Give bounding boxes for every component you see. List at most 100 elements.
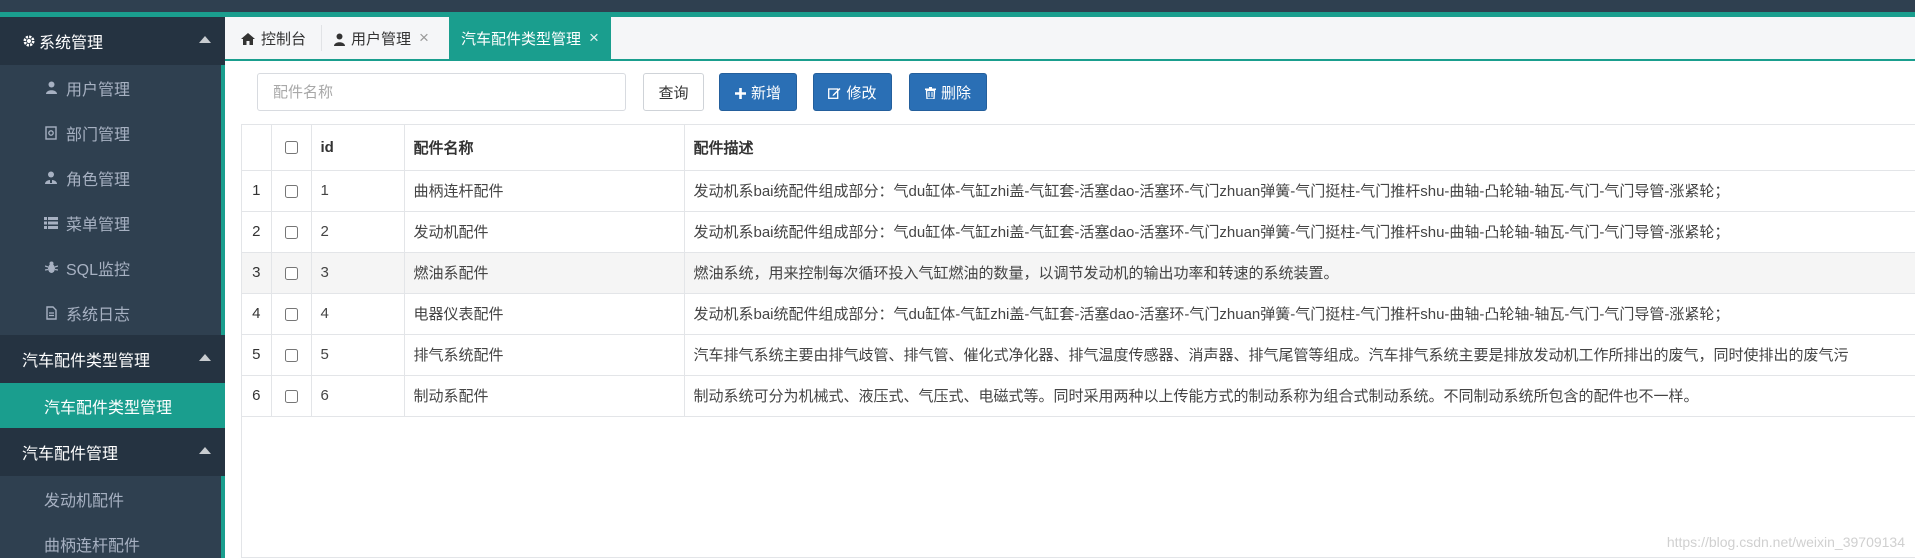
column-header-name[interactable]: 配件名称 (404, 125, 685, 171)
cell-id: 1 (311, 170, 405, 212)
sidebar-group-parts[interactable]: 汽车配件管理 (0, 428, 225, 476)
row-number: 6 (242, 375, 272, 417)
table-row[interactable]: 5 5 排气系统配件 汽车排气系统主要由排气歧管、排气管、催化式净化器、排气温度… (242, 334, 1915, 376)
sidebar: 系统管理 用户管理 部门管理 角色管理 菜单管理 SQL监控 系统日志 汽车配件… (0, 17, 225, 558)
sidebar-item-departments[interactable]: 部门管理 (0, 110, 225, 155)
row-number: 4 (242, 293, 272, 335)
bug-icon (44, 261, 58, 274)
cell-name: 发动机配件 (404, 211, 685, 253)
tab-dashboard[interactable]: 控制台 (229, 17, 318, 59)
tab-bar: 控制台 用户管理 × 汽车配件类型管理 × (225, 17, 1915, 61)
sidebar-item-roles[interactable]: 角色管理 (0, 155, 225, 200)
role-icon (44, 171, 58, 184)
menu-list-icon (44, 216, 58, 229)
cell-id: 6 (311, 375, 405, 417)
cell-description: 燃油系统，用来控制每次循环投入气缸燃油的数量，以调节发动机的输出功率和转速的系统… (684, 252, 1915, 294)
part-type-table: id 配件名称 配件描述 1 1 曲柄连杆配件 发动机系bai统配件组成部分：气… (241, 124, 1915, 558)
row-number: 5 (242, 334, 272, 376)
chevron-up-icon (199, 36, 211, 43)
part-name-search-input[interactable] (257, 73, 626, 111)
cell-description: 制动系统可分为机械式、液压式、气压式、电磁式等。同时采用两种以上传能方式的制动系… (684, 375, 1915, 417)
row-select-cell (271, 375, 312, 417)
table-row[interactable]: 4 4 电器仪表配件 发动机系bai统配件组成部分：气du缸体-气缸zhi盖-气… (242, 293, 1915, 335)
column-header-id[interactable]: id (311, 125, 405, 171)
sidebar-item-system-log[interactable]: 系统日志 (0, 290, 225, 335)
close-icon[interactable]: × (589, 28, 599, 48)
tab-label: 用户管理 (351, 30, 412, 48)
row-checkbox[interactable] (284, 389, 298, 403)
tab-label: 控制台 (261, 30, 307, 48)
cell-name: 电器仪表配件 (404, 293, 685, 335)
cell-name: 排气系统配件 (404, 334, 685, 376)
cell-name: 曲柄连杆配件 (404, 170, 685, 212)
row-checkbox[interactable] (284, 225, 298, 239)
sidebar-item-label: 角色管理 (66, 171, 131, 189)
row-checkbox[interactable] (284, 348, 298, 362)
row-checkbox[interactable] (284, 307, 298, 321)
sidebar-item-label: SQL监控 (66, 261, 131, 279)
user-icon (334, 30, 345, 46)
cell-description: 发动机系bai统配件组成部分：气du缸体-气缸zhi盖-气缸套-活塞dao-活塞… (684, 170, 1915, 212)
sidebar-group-label: 系统管理 (39, 35, 104, 52)
edit-button[interactable]: 修改 (813, 73, 892, 111)
sidebar-item-label: 曲柄连杆配件 (44, 537, 141, 555)
row-select-cell (271, 252, 312, 294)
sidebar-item-label: 部门管理 (66, 126, 131, 144)
sidebar-item-users[interactable]: 用户管理 (0, 65, 225, 110)
tab-label: 汽车配件类型管理 (461, 30, 582, 48)
home-icon (241, 30, 255, 46)
row-select-cell (271, 293, 312, 335)
row-number-header (242, 125, 272, 171)
query-button[interactable]: 查询 (643, 73, 704, 111)
file-icon (44, 305, 58, 320)
tab-users[interactable]: 用户管理 × (322, 17, 441, 59)
sidebar-item-label: 发动机配件 (44, 492, 125, 510)
cell-name: 燃油系配件 (404, 252, 685, 294)
top-header-bar (0, 0, 1915, 17)
sidebar-item-sql-monitor[interactable]: SQL监控 (0, 245, 225, 290)
sidebar-group-system[interactable]: 系统管理 (0, 17, 225, 65)
cell-id: 3 (311, 252, 405, 294)
sidebar-item-label: 用户管理 (66, 81, 131, 99)
row-number: 3 (242, 252, 272, 294)
gear-icon (22, 32, 36, 50)
close-icon[interactable]: × (419, 28, 429, 48)
table-row[interactable]: 1 1 曲柄连杆配件 发动机系bai统配件组成部分：气du缸体-气缸zhi盖-气… (242, 170, 1915, 212)
row-select-cell (271, 211, 312, 253)
table-header-row: id 配件名称 配件描述 (242, 125, 1915, 171)
cell-id: 2 (311, 211, 405, 253)
plus-icon (734, 84, 746, 100)
column-header-description[interactable]: 配件描述 (684, 125, 1915, 171)
cell-id: 4 (311, 293, 405, 335)
sidebar-item-crank-parts[interactable]: 曲柄连杆配件 (0, 521, 225, 558)
row-checkbox[interactable] (284, 184, 298, 198)
sidebar-item-menus[interactable]: 菜单管理 (0, 200, 225, 245)
trash-icon (924, 84, 936, 100)
sidebar-item-label: 菜单管理 (66, 216, 131, 234)
button-label: 查询 (658, 84, 689, 102)
button-label: 删除 (940, 84, 971, 102)
delete-button[interactable]: 删除 (909, 73, 987, 111)
row-checkbox[interactable] (284, 266, 298, 280)
button-label: 修改 (846, 84, 877, 102)
cell-description: 发动机系bai统配件组成部分：气du缸体-气缸zhi盖-气缸套-活塞dao-活塞… (684, 211, 1915, 253)
sidebar-item-label: 系统日志 (66, 306, 131, 324)
user-icon (44, 81, 58, 94)
chevron-up-icon (199, 447, 211, 454)
add-button[interactable]: 新增 (719, 73, 797, 111)
table-row[interactable]: 3 3 燃油系配件 燃油系统，用来控制每次循环投入气缸燃油的数量，以调节发动机的… (242, 252, 1915, 294)
table-row[interactable]: 6 6 制动系配件 制动系统可分为机械式、液压式、气压式、电磁式等。同时采用两种… (242, 375, 1915, 417)
select-all-checkbox[interactable] (284, 141, 298, 155)
cell-id: 5 (311, 334, 405, 376)
cell-description: 汽车排气系统主要由排气歧管、排气管、催化式净化器、排气温度传感器、消声器、排气尾… (684, 334, 1915, 376)
button-label: 新增 (750, 84, 781, 102)
tab-part-type-management[interactable]: 汽车配件类型管理 × (449, 17, 611, 59)
sidebar-edge (221, 17, 225, 558)
watermark: https://blog.csdn.net/weixin_39709134 (1666, 534, 1905, 550)
table-row[interactable]: 2 2 发动机配件 发动机系bai统配件组成部分：气du缸体-气缸zhi盖-气缸… (242, 211, 1915, 253)
sidebar-item-engine-parts[interactable]: 发动机配件 (0, 476, 225, 521)
sidebar-group-part-types[interactable]: 汽车配件类型管理 (0, 335, 225, 383)
sidebar-item-part-type-management[interactable]: 汽车配件类型管理 (0, 383, 225, 428)
row-number: 1 (242, 170, 272, 212)
row-number: 2 (242, 211, 272, 253)
